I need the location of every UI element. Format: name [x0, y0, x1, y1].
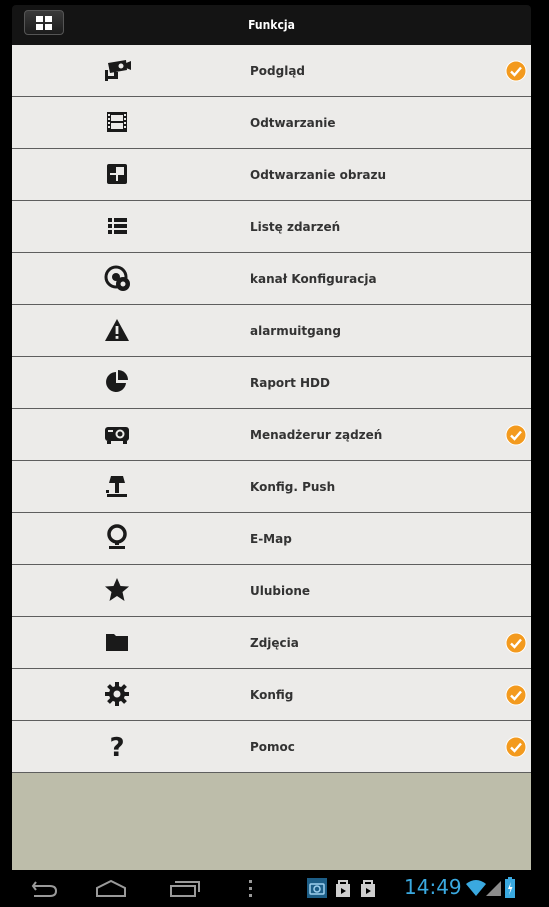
- push-icon: [102, 471, 132, 501]
- list-item[interactable]: ? Pomoc: [12, 721, 531, 773]
- list-item[interactable]: Odtwarzanie: [12, 97, 531, 149]
- function-list: Podgląd Odtwarzanie Odtwarzanie obrazu List…: [12, 45, 531, 870]
- gear-icon: [102, 679, 132, 709]
- list-item[interactable]: kanał Konfiguracja: [12, 253, 531, 305]
- list-item-label: Odtwarzanie: [250, 116, 336, 130]
- list-item[interactable]: alarmuitgang: [12, 305, 531, 357]
- projector-icon: [102, 419, 132, 449]
- checkmark-icon: [505, 632, 527, 654]
- wifi-icon: [466, 880, 486, 896]
- signal-icon: [486, 881, 501, 896]
- list-item-label: Pomoc: [250, 740, 295, 754]
- channel-config-icon: [102, 263, 132, 293]
- star-icon: [102, 575, 132, 605]
- recent-apps-icon[interactable]: [168, 878, 202, 898]
- list-item[interactable]: Zdjęcia: [12, 617, 531, 669]
- list-item-label: Konfig. Push: [250, 480, 336, 494]
- list-item-label: Menadżerur ządzeń: [250, 428, 383, 442]
- title-bar: Funkcja: [12, 5, 531, 45]
- warning-icon: [102, 315, 132, 345]
- page-title: Funkcja: [248, 18, 295, 32]
- list-item-label: Odtwarzanie obrazu: [250, 168, 387, 182]
- list-item-label: Konfig: [250, 688, 294, 702]
- help-icon: ?: [102, 731, 132, 761]
- battery-icon: [505, 877, 515, 898]
- list-item-label: Listę zdarzeń: [250, 220, 341, 234]
- list-item-label: kanał Konfiguracja: [250, 272, 377, 286]
- pie-chart-icon: [102, 367, 132, 397]
- svg-text:?: ?: [109, 733, 124, 761]
- list-icon: [102, 211, 132, 241]
- multi-view-icon: [102, 159, 132, 189]
- status-clock: 14:49: [404, 875, 462, 899]
- checkmark-icon: [505, 60, 527, 82]
- list-item-label: Ulubione: [250, 584, 311, 598]
- home-icon[interactable]: [94, 878, 128, 898]
- list-item[interactable]: Listę zdarzeń: [12, 201, 531, 253]
- list-item-label: Zdjęcia: [250, 636, 299, 650]
- list-item[interactable]: Konfig. Push: [12, 461, 531, 513]
- list-item-label: alarmuitgang: [250, 324, 341, 338]
- checkmark-icon: [505, 736, 527, 758]
- list-item-label: Podgląd: [250, 64, 306, 78]
- system-navigation-bar: 14:49: [12, 870, 531, 907]
- list-item[interactable]: Podgląd: [12, 45, 531, 97]
- list-item[interactable]: Konfig: [12, 669, 531, 721]
- overflow-menu-icon[interactable]: [248, 878, 254, 898]
- list-item[interactable]: Menadżerur ządzeń: [12, 409, 531, 461]
- store-notification-icon: [361, 880, 375, 897]
- checkmark-icon: [505, 684, 527, 706]
- checkmark-icon: [505, 424, 527, 446]
- list-item[interactable]: Ulubione: [12, 565, 531, 617]
- map-pin-icon: [102, 523, 132, 553]
- list-item[interactable]: Odtwarzanie obrazu: [12, 149, 531, 201]
- film-strip-icon: [102, 107, 132, 137]
- folder-icon: [102, 627, 132, 657]
- list-item-label: E-Map: [250, 532, 292, 546]
- store-notification-icon: [336, 880, 350, 897]
- cctv-camera-icon: [102, 55, 132, 85]
- list-item[interactable]: E-Map: [12, 513, 531, 565]
- screenshot-icon: [307, 878, 327, 898]
- app-screen: { "header": { "title": "Funkcja" }, "ite…: [0, 0, 549, 907]
- list-item[interactable]: Raport HDD: [12, 357, 531, 409]
- back-icon[interactable]: [30, 878, 60, 898]
- list-item-label: Raport HDD: [250, 376, 330, 390]
